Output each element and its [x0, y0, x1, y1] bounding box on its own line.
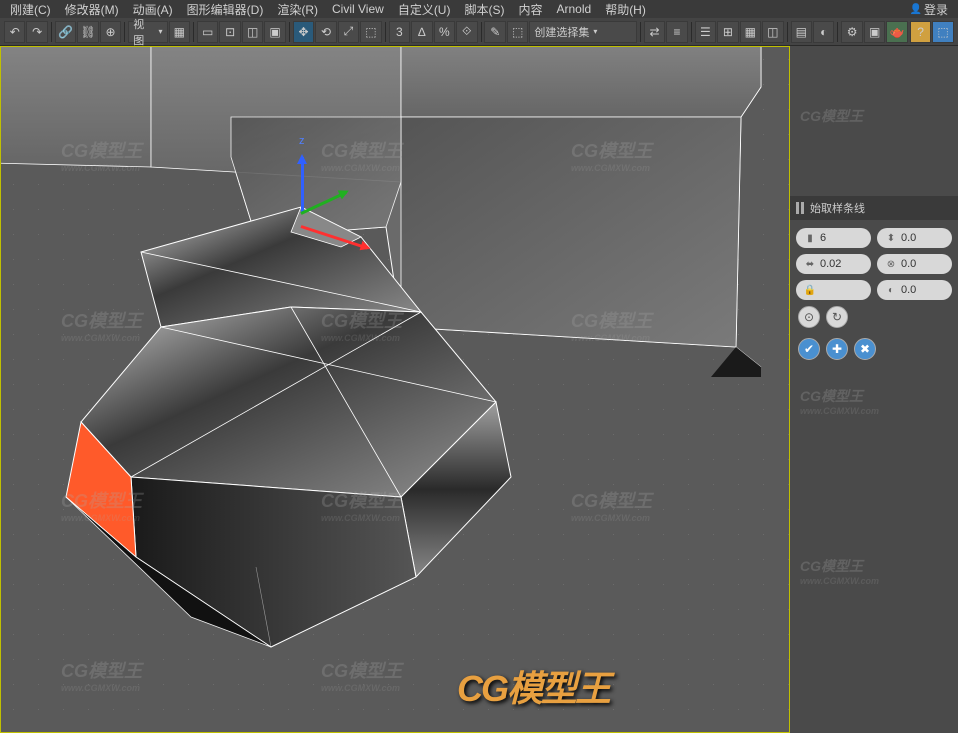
rotate-button[interactable]: ⟲	[315, 21, 336, 43]
right-panel: CG模型王 始取样条线 ▮6 ⬍0.0 ⬌0.02 ⊗0.0 🔒 ◐0.0 ⊙ …	[790, 46, 958, 733]
render-button[interactable]: 🫖	[886, 21, 907, 43]
pause-icon	[796, 202, 804, 214]
render-frame-button[interactable]: ▣	[864, 21, 885, 43]
layer-button[interactable]: ☰	[695, 21, 716, 43]
region-button[interactable]: ◫	[242, 21, 263, 43]
place-button[interactable]: ⬚	[360, 21, 381, 43]
panel-title: 始取样条线	[810, 200, 865, 216]
redo-button[interactable]: ↷	[26, 21, 47, 43]
percent-snap-button[interactable]: %	[434, 21, 455, 43]
spinner-offset[interactable]: ⊗0.0	[877, 254, 952, 274]
view-dropdown[interactable]: 视图	[128, 21, 167, 43]
angle-snap-button[interactable]: ∆	[411, 21, 432, 43]
menu-civil-view[interactable]: Civil View	[326, 1, 390, 17]
scene-explorer-button[interactable]: ⊞	[717, 21, 738, 43]
add-button[interactable]: ✚	[826, 338, 848, 360]
mirror-button[interactable]: ⇄	[644, 21, 665, 43]
axis-z[interactable]	[301, 157, 304, 212]
select-name-button[interactable]: ⊡	[219, 21, 240, 43]
render-setup-button[interactable]: ⚙	[841, 21, 862, 43]
menu-rendering[interactable]: 渲染(R)	[271, 0, 324, 19]
login-button[interactable]: 登录	[904, 0, 954, 19]
brand-logo: CG模型王	[457, 660, 609, 712]
axis-y[interactable]	[300, 191, 347, 215]
spinner-threshold[interactable]: ⬌0.02	[796, 254, 871, 274]
help-button[interactable]: ?	[910, 21, 931, 43]
menu-arnold[interactable]: Arnold	[551, 1, 598, 17]
bind-button[interactable]: ⊕	[100, 21, 121, 43]
spinner-angle[interactable]: ◐0.0	[877, 280, 952, 300]
watermark: CG模型王www.CGMXW.com	[800, 556, 879, 586]
spinner-segments[interactable]: ▮6	[796, 228, 871, 248]
menu-content[interactable]: 内容	[512, 0, 548, 19]
snap-3-button[interactable]: 3	[389, 21, 410, 43]
select-button[interactable]: ▭	[197, 21, 218, 43]
link-button[interactable]: 🔗	[55, 21, 76, 43]
transform-gizmo[interactable]	[276, 177, 376, 277]
menu-help[interactable]: 帮助(H)	[599, 0, 652, 19]
align-button[interactable]: ≡	[666, 21, 687, 43]
menu-graph-editors[interactable]: 图形编辑器(D)	[181, 0, 270, 19]
main-toolbar: ↶ ↷ 🔗 ⛓ ⊕ 视图 ▦ ▭ ⊡ ◫ ▣ ✥ ⟲ ⤢ ⬚ 3 ∆ % ⟐ ✎…	[0, 18, 958, 46]
menu-modifiers[interactable]: 修改器(M)	[59, 0, 125, 19]
schematic-view-button[interactable]: ▤	[791, 21, 812, 43]
panel-header: 始取样条线	[790, 196, 958, 220]
seek-button[interactable]: ⊙	[798, 306, 820, 328]
axis-x[interactable]	[301, 225, 369, 249]
curve-editor-button[interactable]: ◫	[762, 21, 783, 43]
workspace-button[interactable]: ⬚	[932, 21, 953, 43]
toggle-ribbon-button[interactable]: ▦	[740, 21, 761, 43]
cancel-button[interactable]: ✖	[854, 338, 876, 360]
menu-customize[interactable]: 自定义(U)	[392, 0, 457, 19]
undo-button[interactable]: ↶	[4, 21, 25, 43]
edit-selection-button[interactable]: ✎	[484, 21, 505, 43]
refresh-button[interactable]: ↻	[826, 306, 848, 328]
spinner-snap-button[interactable]: ⟐	[456, 21, 477, 43]
apply-button[interactable]: ✔	[798, 338, 820, 360]
named-selection-button[interactable]: ⬚	[507, 21, 528, 43]
spinner-lock[interactable]: 🔒	[796, 280, 871, 300]
menu-create[interactable]: 刚建(C)	[4, 0, 57, 19]
scale-button[interactable]: ⤢	[338, 21, 359, 43]
filter-button[interactable]: ▦	[169, 21, 190, 43]
selection-set-dropdown[interactable]: 创建选择集	[529, 21, 636, 43]
move-button[interactable]: ✥	[293, 21, 314, 43]
viewport[interactable]: CG模型王www.CGMXW.com CG模型王www.CGMXW.com CG…	[0, 46, 790, 733]
unlink-button[interactable]: ⛓	[77, 21, 98, 43]
material-editor-button[interactable]: ◐	[813, 21, 834, 43]
menu-scripting[interactable]: 脚本(S)	[458, 0, 510, 19]
spinner-width[interactable]: ⬍0.0	[877, 228, 952, 248]
watermark: CG模型王www.CGMXW.com	[800, 386, 879, 416]
window-crossing-button[interactable]: ▣	[264, 21, 285, 43]
